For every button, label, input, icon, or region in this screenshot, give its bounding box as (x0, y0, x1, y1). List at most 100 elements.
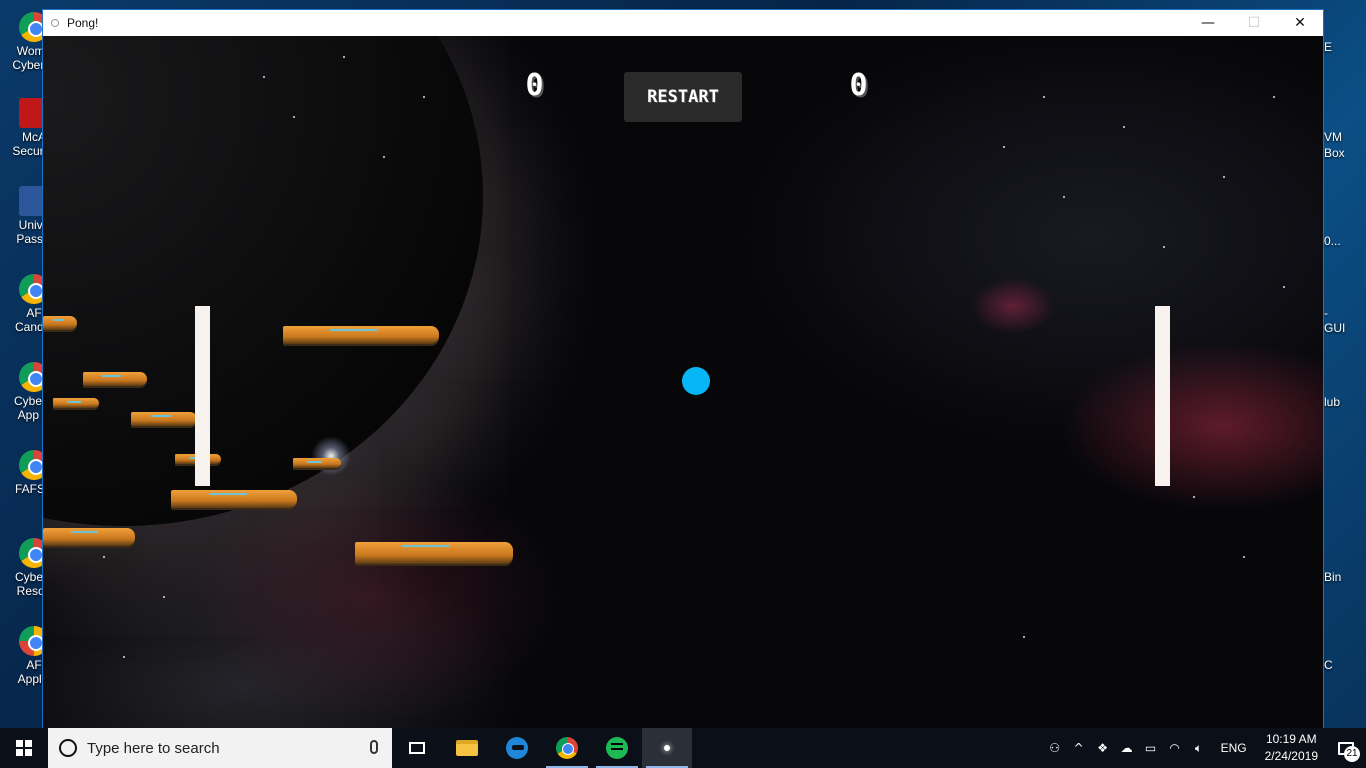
desktop-right-label: - (1324, 306, 1328, 320)
desktop-left-icons: Wome Cyber S McA Security Unive Passw AF… (0, 0, 44, 728)
window-controls: — ☐ ✕ (1185, 10, 1323, 36)
desktop-icon-label: Wome Cyber S (12, 44, 44, 72)
windows-logo-icon (16, 740, 32, 756)
desktop-icon-5[interactable]: CyberP App S (2, 362, 44, 422)
chrome-icon (19, 450, 44, 480)
edge-button[interactable] (492, 728, 542, 768)
clock-date: 2/24/2019 (1264, 749, 1318, 763)
desktop-icon-label: McA Security (12, 130, 44, 158)
desktop-icon-label: FAFSA (14, 482, 44, 496)
volume-icon[interactable]: 🔈︎ (1187, 728, 1211, 768)
dropbox-icon[interactable]: ❖ (1091, 728, 1115, 768)
desktop-icon-6[interactable]: FAFSA (2, 450, 44, 496)
taskbar: Type here to search ⚇ ^ ❖ ☁ ▭ ◠ 🔈︎ ENG 1… (0, 728, 1366, 768)
star (1023, 636, 1025, 638)
desktop-icon-label: CyberP App S (13, 394, 44, 422)
star (263, 76, 265, 78)
star-flare (311, 436, 351, 476)
onedrive-icon[interactable]: ☁ (1115, 728, 1139, 768)
spaceship-sprite (171, 490, 297, 508)
game-canvas[interactable]: 0 RESTART 0 (43, 36, 1323, 728)
notification-badge: 21 (1344, 746, 1360, 762)
desktop-icon-8[interactable]: AF Applic (2, 626, 44, 686)
spaceship-sprite (43, 528, 135, 546)
minimize-button[interactable]: — (1185, 10, 1231, 36)
spotify-button[interactable] (592, 728, 642, 768)
star (1243, 556, 1245, 558)
chevron-up-icon[interactable]: ^ (1067, 728, 1091, 768)
star (293, 116, 295, 118)
star (1063, 196, 1065, 198)
language-indicator[interactable]: ENG (1211, 741, 1257, 755)
maximize-button[interactable]: ☐ (1231, 10, 1277, 36)
battery-icon[interactable]: ▭ (1139, 728, 1163, 768)
clock[interactable]: 10:19 AM 2/24/2019 (1257, 731, 1326, 765)
star (1123, 126, 1125, 128)
pong-taskbar-button[interactable] (642, 728, 692, 768)
spaceship-sprite (83, 372, 147, 386)
desktop-right-label: VM (1324, 130, 1342, 144)
chrome-icon (19, 362, 44, 392)
task-view-button[interactable] (392, 728, 442, 768)
desktop-right-label: Bin (1324, 570, 1342, 584)
spaceship-sprite (43, 316, 77, 330)
ball (682, 367, 710, 395)
desktop-icon-1[interactable]: Wome Cyber S (2, 12, 44, 72)
star (1223, 176, 1225, 178)
desktop-icon-label: Unive Passw (16, 218, 44, 246)
desktop-icon-7[interactable]: Cybers Resou (2, 538, 44, 598)
desktop-right-label: C (1324, 658, 1333, 672)
system-tray: ⚇ ^ ❖ ☁ ▭ ◠ 🔈︎ ENG 10:19 AM 2/24/2019 21 (1043, 728, 1366, 768)
desktop-right-label: 0... (1324, 234, 1341, 248)
desktop-right-label: lub (1324, 395, 1341, 409)
people-icon[interactable]: ⚇ (1043, 728, 1067, 768)
star (1003, 146, 1005, 148)
wifi-icon[interactable]: ◠ (1163, 728, 1187, 768)
title-bar[interactable]: Pong! — ☐ ✕ (43, 10, 1323, 36)
planet-background (43, 36, 483, 526)
window-title: Pong! (67, 16, 99, 30)
star (123, 656, 125, 658)
close-button[interactable]: ✕ (1277, 10, 1323, 36)
chrome-icon (556, 737, 578, 759)
clock-time: 10:19 AM (1265, 732, 1317, 746)
spaceship-sprite (131, 412, 197, 426)
action-center-button[interactable]: 21 (1326, 728, 1366, 768)
search-placeholder: Type here to search (87, 739, 220, 757)
desktop-right-icons: E VM Box 0... - GUI lub Bin C (1324, 0, 1366, 728)
star (1283, 286, 1285, 288)
star (1163, 246, 1165, 248)
desktop-icon-label: AF Candid (14, 306, 44, 334)
star (383, 156, 385, 158)
spaceship-sprite (283, 326, 439, 344)
task-view-icon (409, 742, 425, 754)
desktop-icon-3[interactable]: Unive Passw (2, 186, 44, 246)
start-button[interactable] (0, 728, 48, 768)
spaceship-sprite (355, 542, 513, 564)
restart-button[interactable]: RESTART (624, 72, 742, 122)
chrome-icon (19, 538, 44, 568)
microphone-icon[interactable] (370, 740, 378, 754)
app-icon (51, 19, 59, 27)
folder-icon (456, 740, 478, 756)
chrome-button[interactable] (542, 728, 592, 768)
star (103, 556, 105, 558)
star (423, 96, 425, 98)
chrome-icon (19, 12, 44, 42)
spotify-icon (606, 737, 628, 759)
left-score: 0 (525, 68, 545, 103)
search-box[interactable]: Type here to search (48, 728, 392, 768)
spaceship-sprite (293, 458, 341, 468)
desktop-icon-label: Cybers Resou (14, 570, 44, 598)
star (1193, 496, 1195, 498)
star (1273, 96, 1275, 98)
star (1043, 96, 1045, 98)
desktop-icon-4[interactable]: AF Candid (2, 274, 44, 334)
cortana-icon (59, 739, 77, 757)
file-explorer-button[interactable] (442, 728, 492, 768)
desktop-icon-2[interactable]: McA Security (2, 98, 44, 158)
desktop-right-label: Box (1324, 146, 1345, 160)
chrome-icon (19, 274, 44, 304)
mcafee-icon (19, 98, 44, 128)
right-paddle (1155, 306, 1170, 486)
